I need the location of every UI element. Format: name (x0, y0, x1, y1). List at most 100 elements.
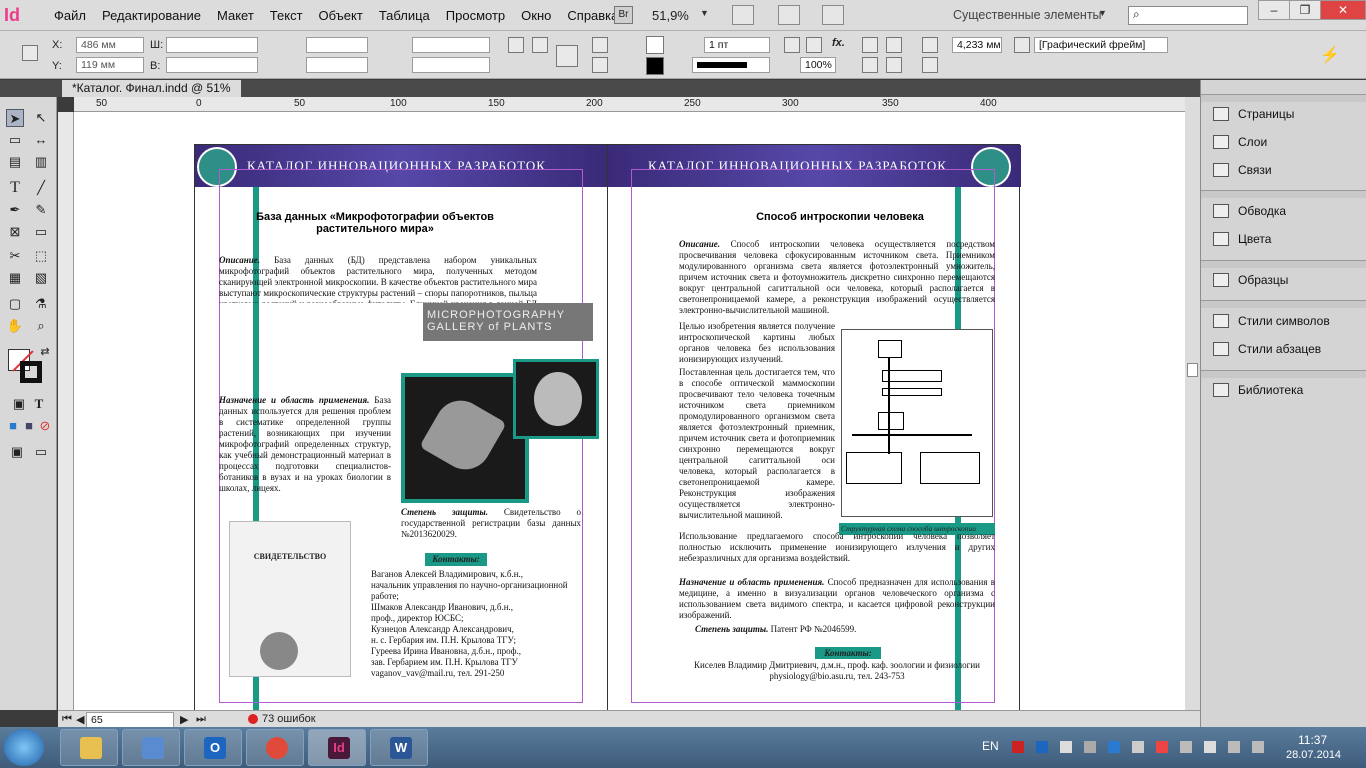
select-container-icon[interactable] (556, 45, 578, 67)
tray-acrobat-icon[interactable] (1012, 741, 1024, 753)
document-tab[interactable]: *Каталог. Финал.indd @ 51% (62, 80, 241, 97)
panel-paragraph-styles[interactable]: Стили абзацев (1201, 337, 1366, 361)
taskbar-outlook[interactable]: O (184, 729, 242, 766)
lightning-icon[interactable]: ⚡ (1320, 45, 1340, 65)
object-style-select[interactable]: [Графический фрейм] (1034, 37, 1168, 53)
tray-power-icon[interactable] (1228, 741, 1240, 753)
close-button[interactable]: ✕ (1320, 0, 1366, 20)
flip-vertical-icon[interactable] (592, 57, 608, 73)
tray-antivirus-icon[interactable] (1156, 741, 1168, 753)
reference-point-icon[interactable] (22, 45, 38, 61)
panel-group-handle[interactable] (1201, 260, 1366, 268)
tray-app-icon[interactable] (1084, 741, 1096, 753)
panel-colors[interactable]: Цвета (1201, 227, 1366, 251)
taskbar-paint[interactable] (122, 729, 180, 766)
panel-group-handle[interactable] (1201, 370, 1366, 378)
content-collector-icon[interactable]: ▤ (6, 153, 24, 171)
panel-group-handle[interactable] (1201, 300, 1366, 308)
minimize-button[interactable]: – (1258, 0, 1290, 20)
center-content-icon[interactable] (862, 57, 878, 73)
apply-none-icon[interactable]: ⊘ (36, 417, 54, 435)
next-page-icon[interactable]: ▶ (180, 713, 188, 726)
arrange-documents-button[interactable] (822, 5, 844, 25)
tray-app-icon[interactable] (1132, 741, 1144, 753)
note-tool-icon[interactable]: ▢ (6, 295, 24, 313)
first-page-icon[interactable]: ⏮ (62, 713, 72, 726)
page-tool-icon[interactable]: ▭ (6, 131, 24, 149)
pen-tool-icon[interactable]: ✒ (6, 201, 24, 219)
panel-character-styles[interactable]: Стили символов (1201, 309, 1366, 333)
panel-group-handle[interactable] (1201, 94, 1366, 102)
restore-button[interactable]: ❐ (1289, 0, 1321, 20)
effects-icon[interactable]: fx. (832, 37, 845, 49)
tray-app-icon[interactable] (1060, 741, 1072, 753)
measure-field[interactable]: 4,233 мм (952, 37, 1002, 53)
panel-stroke[interactable]: Обводка (1201, 199, 1366, 223)
menu-edit[interactable]: Редактирование (94, 8, 209, 23)
rotate-ccw-icon[interactable] (532, 37, 548, 53)
page-spread[interactable]: КАТАЛОГ ИННОВАЦИОННЫХ РАЗРАБОТОК База да… (194, 144, 1021, 710)
panel-links[interactable]: Связи (1201, 158, 1366, 182)
zoom-tool-icon[interactable]: ⌕ (32, 317, 50, 335)
language-indicator[interactable]: EN (982, 739, 999, 753)
gap-tool-icon[interactable]: ↔ (32, 131, 50, 149)
stroke-color-icon[interactable] (20, 361, 42, 383)
prev-page-icon[interactable]: ◀ (76, 713, 84, 726)
taskbar-explorer[interactable] (60, 729, 118, 766)
start-button[interactable] (4, 729, 44, 766)
workspace-switcher[interactable]: Существенные элементы (953, 8, 1102, 22)
bridge-button[interactable]: Br (614, 6, 633, 24)
formatting-container-icon[interactable]: ▣ (10, 395, 28, 413)
zoom-dropdown-icon[interactable]: ▼ (700, 8, 709, 18)
menu-window[interactable]: Окно (513, 8, 559, 23)
panel-group-handle[interactable] (1201, 190, 1366, 198)
selection-tool-icon[interactable]: ➤ (6, 109, 24, 127)
search-input[interactable]: ⌕ (1128, 6, 1248, 25)
y-field[interactable]: 119 мм (76, 57, 144, 73)
taskbar-indesign[interactable]: Id (308, 729, 366, 766)
gradient-feather-tool-icon[interactable]: ▧ (32, 269, 50, 287)
fill-swatch[interactable] (646, 36, 664, 54)
gradient-swatch-tool-icon[interactable]: ▦ (6, 269, 24, 287)
pasteboard[interactable]: КАТАЛОГ ИННОВАЦИОННЫХ РАЗРАБОТОК База да… (74, 112, 1185, 710)
scissors-tool-icon[interactable]: ✂ (6, 247, 24, 265)
page-number-field[interactable]: 65 (86, 712, 174, 728)
free-transform-tool-icon[interactable]: ⬚ (32, 247, 50, 265)
stroke-swatch[interactable] (646, 57, 664, 75)
taskbar-word[interactable]: W (370, 729, 428, 766)
tray-bluetooth-icon[interactable] (1108, 741, 1120, 753)
opacity-field[interactable]: 100% (800, 57, 836, 73)
panel-pages[interactable]: Страницы (1201, 102, 1366, 126)
view-options-button[interactable] (732, 5, 754, 25)
normal-view-icon[interactable]: ▣ (8, 443, 26, 461)
measure-icon[interactable] (922, 37, 938, 53)
preview-mode-icon[interactable]: ▭ (32, 443, 50, 461)
panel-layers[interactable]: Слои (1201, 130, 1366, 154)
screen-mode-button[interactable] (778, 5, 800, 25)
scale-x-field[interactable] (306, 37, 368, 53)
pencil-tool-icon[interactable]: ✎ (32, 201, 50, 219)
scroll-thumb[interactable] (1187, 363, 1198, 377)
stroke-type-select[interactable] (692, 57, 770, 73)
zoom-level[interactable]: 51,9% (652, 8, 689, 23)
direct-selection-tool-icon[interactable]: ↖ (32, 109, 50, 127)
fit-content-icon[interactable] (862, 37, 878, 53)
last-page-icon[interactable]: ⏭ (196, 713, 206, 726)
content-placer-icon[interactable]: ▥ (32, 153, 50, 171)
shear-field[interactable] (412, 57, 490, 73)
scale-y-field[interactable] (306, 57, 368, 73)
hand-tool-icon[interactable]: ✋ (6, 317, 24, 335)
rectangle-frame-tool-icon[interactable]: ⊠ (6, 223, 24, 241)
stroke-weight-field[interactable]: 1 пт (704, 37, 770, 53)
preflight-status[interactable]: 73 ошибок (262, 713, 316, 725)
rotate-cw-icon[interactable] (508, 37, 524, 53)
swap-colors-icon[interactable]: ⇄ (36, 343, 54, 361)
tray-network-icon[interactable] (1180, 741, 1192, 753)
menu-table[interactable]: Таблица (371, 8, 438, 23)
tray-volume-icon[interactable] (1252, 741, 1264, 753)
tray-outlook-icon[interactable] (1036, 741, 1048, 753)
line-tool-icon[interactable]: ╱ (32, 179, 50, 197)
flip-horizontal-icon[interactable] (592, 37, 608, 53)
menu-file[interactable]: Файл (46, 8, 94, 23)
workspace-dropdown-icon[interactable]: ▼ (1098, 8, 1107, 18)
